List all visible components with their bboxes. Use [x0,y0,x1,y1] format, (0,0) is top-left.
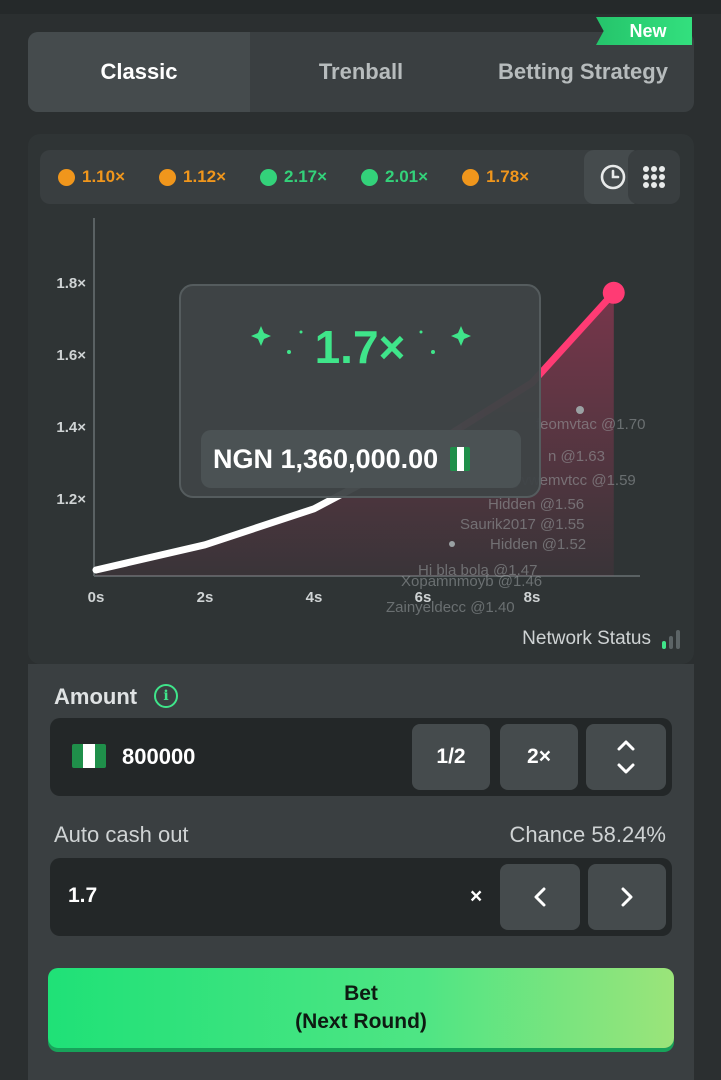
green-dot-icon [361,168,379,186]
history-value: 1.10× [82,167,126,186]
orange-dot-icon [462,168,480,186]
win-amount-box: NGN 1,360,000.00 [201,430,521,488]
network-status: Network Status [522,628,680,650]
bet-button-sublabel: (Next Round) [295,1010,427,1033]
amount-stepper[interactable] [586,724,666,790]
history-value: 1.78× [486,167,530,186]
x-tick-label: 4s [306,589,323,606]
grid-icon [643,166,665,188]
mode-tabs: Classic Trenball Betting Strategy [28,32,694,112]
chance-label: Chance 58.24% [509,822,666,847]
nigeria-flag-icon [72,744,106,768]
double-button[interactable]: 2× [500,724,578,790]
history-item[interactable]: 1.10× [58,167,125,187]
network-status-label: Network Status [522,628,651,649]
green-dot-icon [260,168,278,186]
top-edge [0,0,721,14]
cashout-label: Zainyeldecc @1.40 [386,599,515,616]
win-amount: NGN 1,360,000.00 [213,443,439,474]
auto-cashout-field[interactable]: 1.7 × [50,858,672,936]
orange-dot-icon [159,168,177,186]
amount-field[interactable]: 800000 1/2 2× [50,718,672,796]
cashout-dot [576,406,584,414]
auto-cashout-input[interactable]: 1.7 [68,884,97,908]
series-endpoint [602,281,625,304]
game-panel: 1.10× 1.12× 2.17× 2.01× 1.78× 1.2× 1.4× … [28,134,694,664]
nigeria-flag-icon [450,447,471,471]
chevron-right-icon [621,887,633,907]
auto-cashout-label: Auto cash out [54,822,189,847]
chevron-up-down-icon [617,740,635,774]
cashout-label: Hidden @1.56 [488,496,584,513]
new-badge: New [596,17,692,45]
bet-controls: Amount i 800000 1/2 2× Auto cash out Cha… [28,664,694,1080]
y-tick-label: 1.6× [56,347,86,364]
signal-bars-icon [659,629,680,649]
history-item[interactable]: 2.01× [361,167,428,187]
multiplier-suffix: × [470,885,483,908]
increase-button[interactable] [588,864,666,930]
x-tick-label: 2s [197,589,214,606]
menu-button[interactable] [628,150,680,204]
history-item[interactable]: 1.78× [462,167,529,187]
y-tick-label: 1.4× [56,419,86,436]
history-value: 2.01× [385,167,429,186]
cashout-dot [449,541,455,547]
cashout-label: Hidden @1.52 [490,536,586,553]
tab-classic[interactable]: Classic [28,32,250,112]
history-value: 1.12× [183,167,227,186]
crash-history: 1.10× 1.12× 2.17× 2.01× 1.78× [40,150,642,204]
bet-button-label: Bet [344,982,378,1005]
orange-dot-icon [58,168,75,186]
win-multiplier: 1.7× [314,321,406,373]
win-card: 1.7× NGN 1,360,000.00 [179,284,541,498]
tab-trenball[interactable]: Trenball [250,32,472,112]
history-item[interactable]: 1.12× [159,167,226,187]
cashout-label: n @1.63 [548,448,605,465]
cashout-label: feomvtac @1.70 [536,416,645,433]
decrease-button[interactable] [500,864,580,930]
chevron-left-icon [534,887,546,907]
history-value: 2.17× [284,167,328,186]
y-tick-label: 1.8× [56,275,86,292]
y-tick-label: 1.2× [56,491,86,508]
cashout-label: Xopamnmoyb @1.46 [401,573,542,590]
x-tick-label: 0s [88,589,105,606]
cashout-label: Saurik2017 @1.55 [460,516,584,533]
history-item[interactable]: 2.17× [260,167,327,187]
half-button[interactable]: 1/2 [412,724,490,790]
x-tick-label: 8s [524,589,541,606]
info-icon[interactable]: i [154,684,178,708]
clock-icon [600,164,626,190]
bet-button[interactable]: Bet (Next Round) [48,968,674,1048]
amount-label: Amount [54,684,138,709]
amount-input[interactable]: 800000 [122,744,195,770]
